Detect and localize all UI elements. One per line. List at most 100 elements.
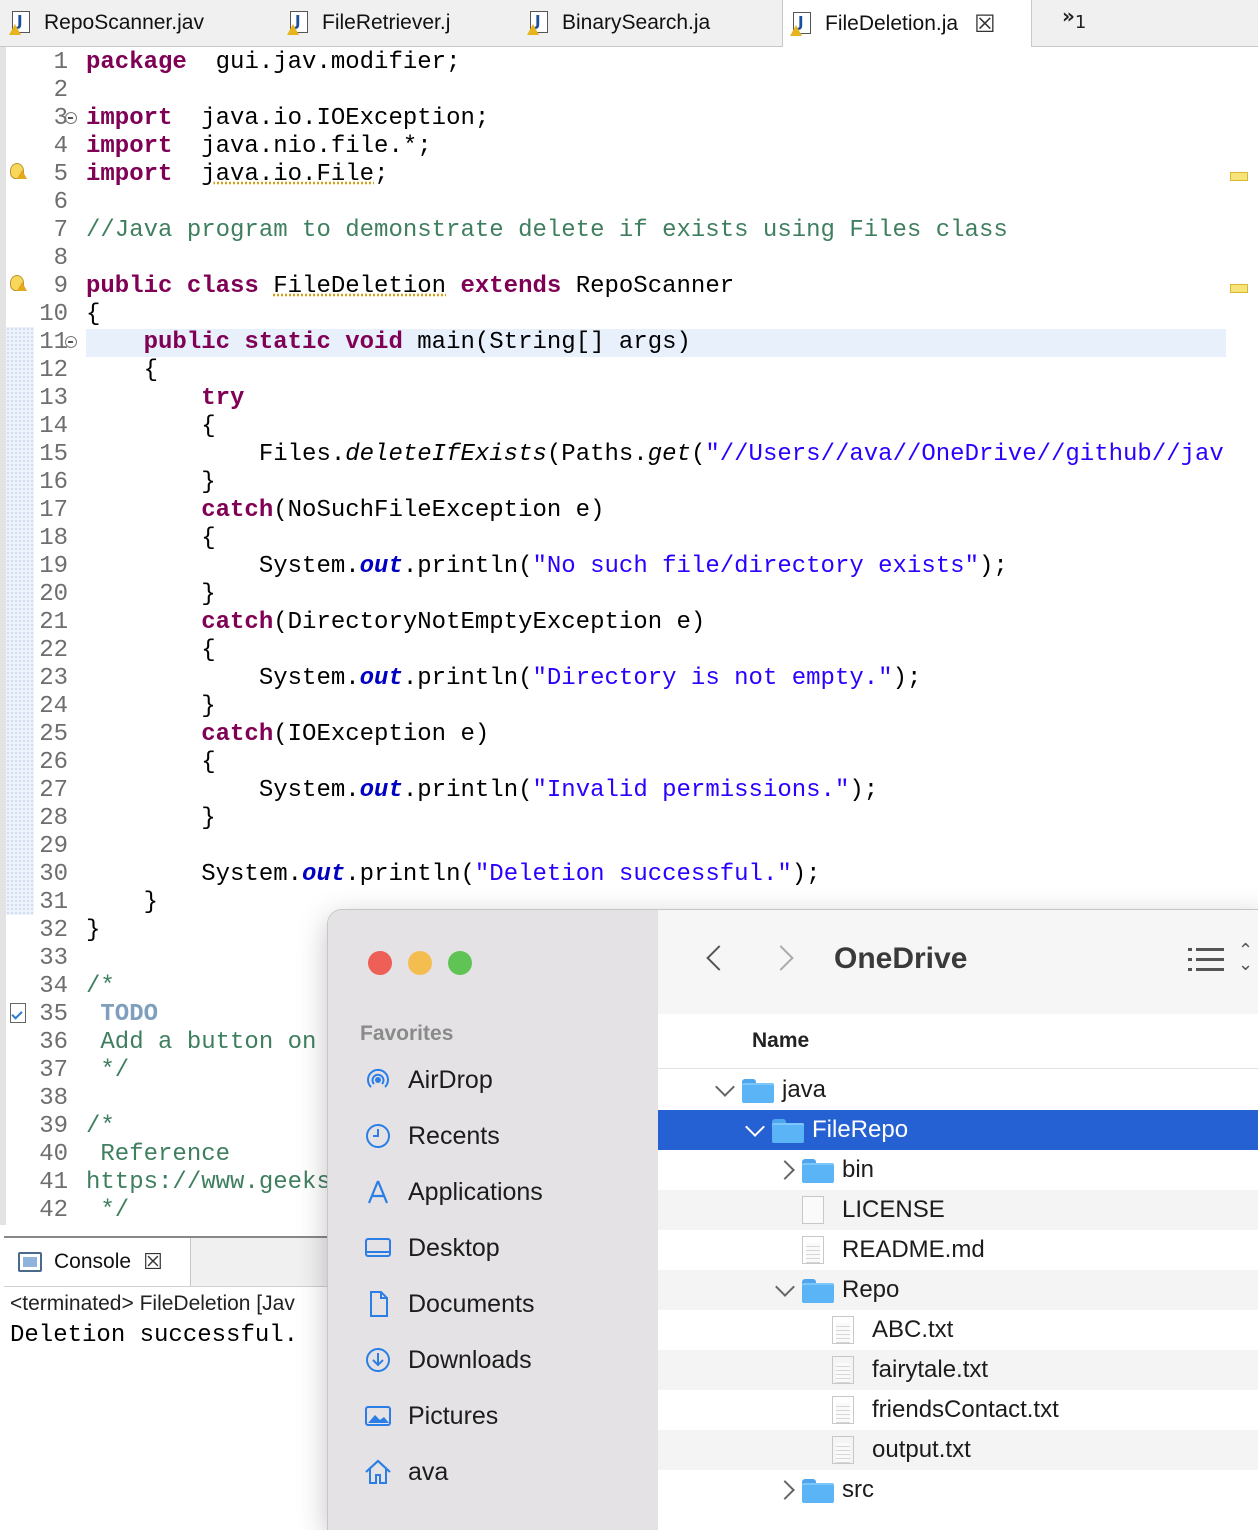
folder-row[interactable]: FileRepo (658, 1110, 1258, 1150)
code-line[interactable]: 9 public class FileDeletion extends RepoS… (6, 273, 1258, 301)
code-line[interactable]: 11 public static void main(String[] args… (6, 329, 1258, 357)
tab-overflow-button[interactable]: »1 (1062, 4, 1086, 33)
file-row[interactable]: output.txt (658, 1430, 1258, 1470)
sidebar-item-applications[interactable]: Applications (362, 1172, 543, 1212)
name-column-header[interactable]: Name (658, 1014, 1258, 1069)
code-text: import java.io.File; (86, 161, 388, 189)
disclosure-closed-icon[interactable] (775, 1480, 795, 1500)
disclosure-closed-icon[interactable] (775, 1160, 795, 1180)
file-row[interactable]: friendsContact.txt (658, 1390, 1258, 1430)
code-line[interactable]: 1 package gui.jav.modifier; (6, 49, 1258, 77)
close-window-button[interactable] (368, 951, 392, 975)
item-name: LICENSE (842, 1196, 945, 1224)
code-text: import java.io.IOException; (86, 105, 489, 133)
code-line[interactable]: 3 import java.io.IOException; (6, 105, 1258, 133)
code-line[interactable]: 2 (6, 77, 1258, 105)
code-text: } (86, 889, 158, 917)
tab-filedeletion[interactable]: J FileDeletion.ja ☒ (782, 0, 1032, 47)
folder-row[interactable]: Repo (658, 1270, 1258, 1310)
disclosure-open-icon[interactable] (715, 1077, 735, 1097)
code-line[interactable]: 20 } (6, 581, 1258, 609)
code-line[interactable]: 21 catch(DirectoryNotEmptyException e) (6, 609, 1258, 637)
code-text: } (86, 693, 216, 721)
file-row[interactable]: LICENSE (658, 1190, 1258, 1230)
code-line[interactable]: 14 { (6, 413, 1258, 441)
warning-lightbulb-icon[interactable] (10, 275, 24, 291)
code-line[interactable]: 10 { (6, 301, 1258, 329)
code-line[interactable]: 22 { (6, 637, 1258, 665)
code-line[interactable]: 18 { (6, 525, 1258, 553)
finder-title: OneDrive (834, 942, 967, 976)
sidebar-item-desktop[interactable]: Desktop (362, 1228, 500, 1268)
line-number: 34 (28, 973, 68, 1001)
code-token: deleteIfExists (345, 441, 547, 468)
sidebar-item-documents[interactable]: Documents (362, 1284, 534, 1324)
close-tab-icon[interactable]: ☒ (974, 10, 996, 38)
code-line[interactable]: 24 } (6, 693, 1258, 721)
overview-warning-marker[interactable] (1230, 172, 1248, 181)
line-number: 10 (28, 301, 68, 329)
code-token (259, 273, 273, 300)
code-line[interactable]: 7 //Java program to demonstrate delete if… (6, 217, 1258, 245)
overview-warning-marker[interactable] (1230, 284, 1248, 293)
folder-row[interactable]: java (658, 1070, 1258, 1110)
code-line[interactable]: 17 catch(NoSuchFileException e) (6, 497, 1258, 525)
code-line[interactable]: 12 { (6, 357, 1258, 385)
sidebar-item-label: Pictures (408, 1402, 498, 1431)
code-line[interactable]: 16 } (6, 469, 1258, 497)
sidebar-item-airdrop[interactable]: AirDrop (362, 1060, 493, 1100)
code-line[interactable]: 13 try (6, 385, 1258, 413)
code-token: import (86, 105, 172, 132)
code-line[interactable]: 19 System.out.println("No such file/dire… (6, 553, 1258, 581)
sidebar-item-ava[interactable]: ava (362, 1452, 448, 1492)
sidebar-item-downloads[interactable]: Downloads (362, 1340, 532, 1380)
forward-button[interactable] (768, 940, 798, 980)
tab-fileretriever[interactable]: J FileRetriever.j (290, 0, 450, 46)
code-line[interactable]: 15 Files.deleteIfExists(Paths.get("//Use… (6, 441, 1258, 469)
code-line[interactable]: 26 { (6, 749, 1258, 777)
folder-row[interactable]: src (658, 1470, 1258, 1510)
desktop-icon (362, 1232, 394, 1264)
file-row[interactable]: ABC.txt (658, 1310, 1258, 1350)
code-line[interactable]: 28 } (6, 805, 1258, 833)
code-line[interactable]: 30 System.out.println("Deletion successf… (6, 861, 1258, 889)
file-row[interactable]: README.md (658, 1230, 1258, 1270)
line-number: 8 (28, 245, 68, 273)
sidebar-item-recents[interactable]: Recents (362, 1116, 500, 1156)
warning-lightbulb-icon[interactable] (10, 163, 24, 179)
code-token: main(String[] args) (403, 329, 691, 356)
close-console-icon[interactable]: ☒ (143, 1250, 163, 1275)
sidebar-item-pictures[interactable]: Pictures (362, 1396, 498, 1436)
disclosure-open-icon[interactable] (745, 1117, 765, 1137)
code-line[interactable]: 8 (6, 245, 1258, 273)
console-output[interactable]: Deletion successful. (10, 1322, 298, 1349)
code-line[interactable]: 29 (6, 833, 1258, 861)
line-number: 38 (28, 1085, 68, 1113)
code-token: System. (86, 777, 360, 804)
code-line[interactable]: 4 import java.nio.file.*; (6, 133, 1258, 161)
zoom-window-button[interactable] (448, 951, 472, 975)
minimize-window-button[interactable] (408, 951, 432, 975)
code-token: java.io.File (201, 161, 374, 188)
code-text: package gui.jav.modifier; (86, 49, 460, 77)
sort-chevron-icon[interactable]: ⌃ ⌄ (1238, 944, 1253, 972)
task-marker-icon[interactable] (10, 1003, 26, 1023)
fold-collapse-icon[interactable] (65, 336, 77, 348)
sidebar-item-label: AirDrop (408, 1066, 493, 1095)
file-row[interactable]: fairytale.txt (658, 1350, 1258, 1390)
back-button[interactable] (698, 940, 728, 980)
disclosure-open-icon[interactable] (775, 1277, 795, 1297)
line-number: 13 (28, 385, 68, 413)
code-line[interactable]: 5 import java.io.File; (6, 161, 1258, 189)
code-line[interactable]: 23 System.out.println("Directory is not … (6, 665, 1258, 693)
tab-binarysearch[interactable]: J BinarySearch.ja (530, 0, 710, 46)
list-view-icon[interactable] (1188, 946, 1224, 974)
code-line[interactable]: 6 (6, 189, 1258, 217)
folder-row[interactable]: bin (658, 1150, 1258, 1190)
code-line[interactable]: 25 catch(IOException e) (6, 721, 1258, 749)
code-line[interactable]: 27 System.out.println("Invalid permissio… (6, 777, 1258, 805)
tab-reposcanner[interactable]: J RepoScanner.jav (12, 0, 204, 46)
tab-label: RepoScanner.jav (44, 11, 204, 35)
fold-collapse-icon[interactable] (65, 112, 77, 124)
console-tab[interactable]: Console ☒ (4, 1238, 191, 1286)
